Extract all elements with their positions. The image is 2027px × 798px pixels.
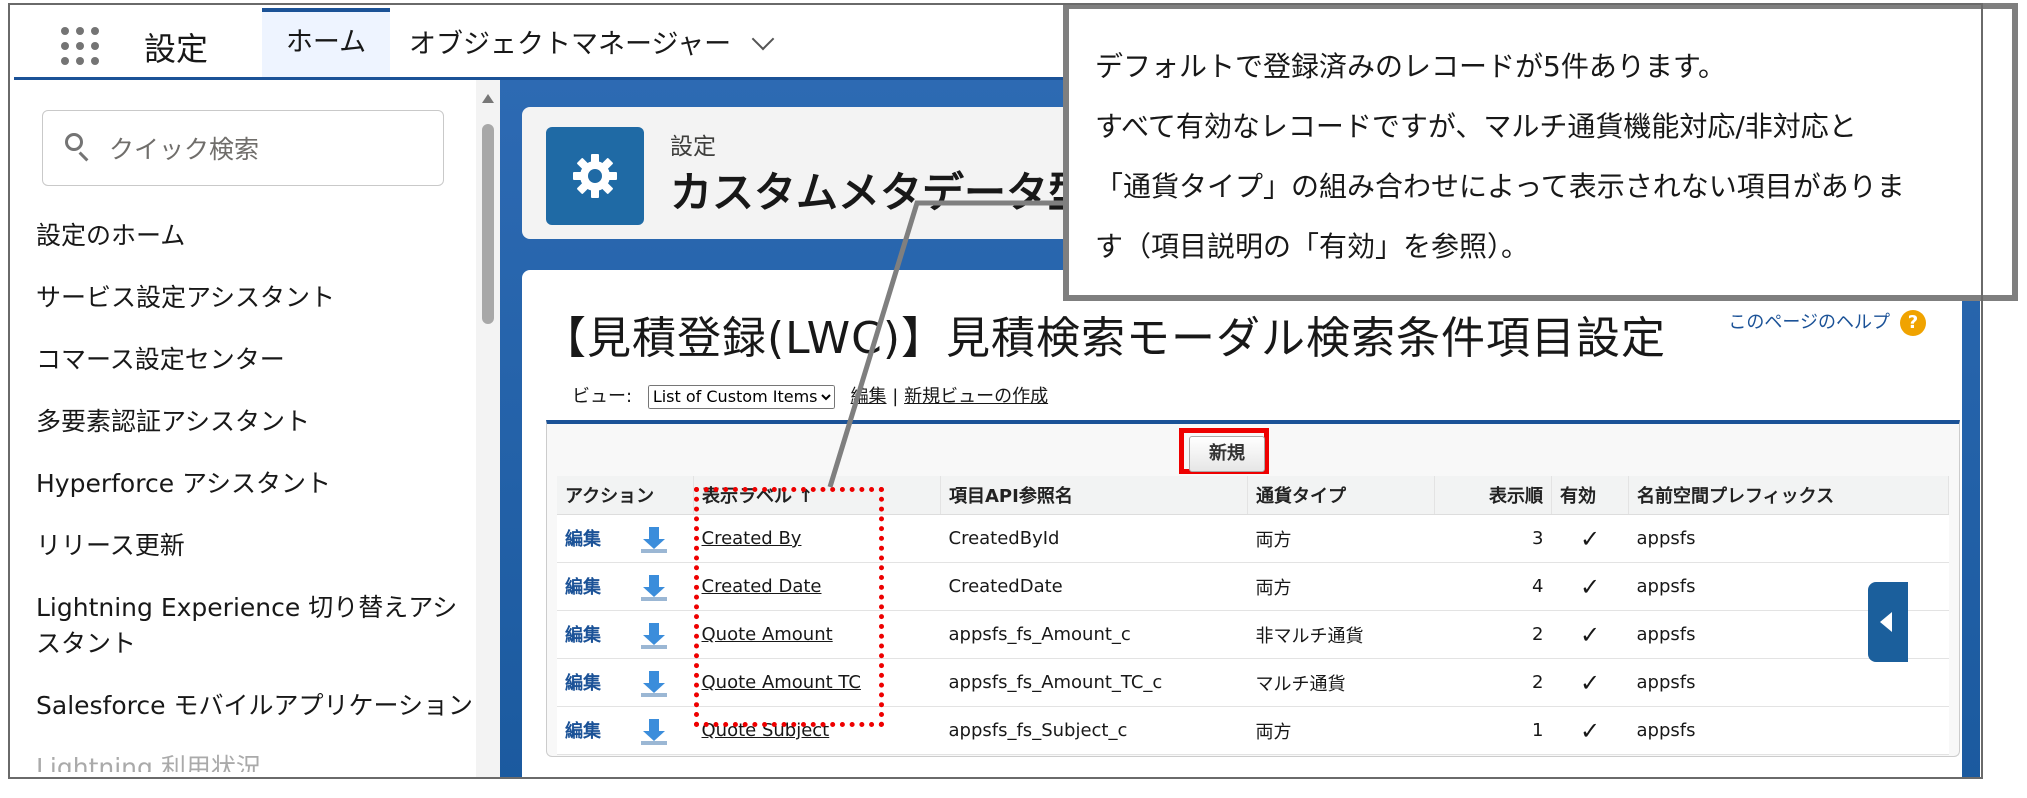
tab-object-manager[interactable]: オブジェクトマネージャー <box>409 22 775 61</box>
sidebar-scrollbar[interactable] <box>476 80 500 779</box>
tab-object-manager-label: オブジェクトマネージャー <box>409 29 732 60</box>
display-order-cell: 3 <box>1434 514 1552 563</box>
namespace-prefix-cell: appsfs <box>1628 658 1949 707</box>
col-active[interactable]: 有効 <box>1551 476 1629 515</box>
edit-view-link[interactable]: 編集 <box>851 386 887 407</box>
quick-find-input[interactable] <box>107 127 431 171</box>
sidebar-item-release-updates[interactable]: リリース更新 <box>36 528 476 564</box>
action-cell: 編集 <box>557 610 694 659</box>
currency-type-cell: 非マルチ通貨 <box>1247 610 1435 659</box>
action-cell: 編集 <box>557 658 694 707</box>
currency-type-cell: マルチ通貨 <box>1247 658 1435 707</box>
col-currency-type[interactable]: 通貨タイプ <box>1247 476 1435 515</box>
app-name: 設定 <box>144 30 209 68</box>
col-namespace-prefix[interactable]: 名前空間プレフィックス <box>1628 476 1949 515</box>
api-name-cell: appsfs_fs_Amount_c <box>940 610 1248 659</box>
edit-link[interactable]: 編集 <box>565 721 601 742</box>
callout-line: デフォルトで登録済みのレコードが5件あります。 <box>1095 50 1727 83</box>
sidebar-item-salesforce-mobile-app[interactable]: Salesforce モバイルアプリケーション <box>36 688 476 724</box>
edit-link[interactable]: 編集 <box>565 625 601 646</box>
active-checkmark-icon: ✓ <box>1551 706 1629 755</box>
page-title: 【見積登録(LWC)】見積検索モーダル検索条件項目設定 <box>542 313 1667 364</box>
active-checkmark-icon: ✓ <box>1551 562 1629 611</box>
sidebar-item-mfa-assistant[interactable]: 多要素認証アシスタント <box>36 404 476 440</box>
api-name-cell: appsfs_fs_Amount_TC_c <box>940 658 1248 707</box>
link-separator: | <box>892 386 899 407</box>
sidebar-item-lightning-usage[interactable]: Lightning 利用状況 <box>36 750 476 772</box>
active-checkmark-icon: ✓ <box>1551 514 1629 563</box>
gear-icon <box>573 154 617 198</box>
sidebar-item-setup-home[interactable]: 設定のホーム <box>36 218 476 254</box>
col-api-name[interactable]: 項目API参照名 <box>940 476 1248 515</box>
app-launcher-icon[interactable] <box>58 24 102 68</box>
sidebar-item-commerce-setup-center[interactable]: コマース設定センター <box>36 342 476 378</box>
scroll-up-icon[interactable] <box>482 94 494 103</box>
active-checkmark-icon: ✓ <box>1551 610 1629 659</box>
page-header-title: カスタムメタデータ型 <box>670 168 1091 217</box>
callout-line: す（項目説明の「有効」を参照）。 <box>1095 230 1530 263</box>
namespace-prefix-cell: appsfs <box>1628 514 1949 563</box>
sidebar-menu: 設定のホーム サービス設定アシスタント コマース設定センター 多要素認証アシスタ… <box>36 218 476 798</box>
view-select[interactable]: List of Custom Items <box>647 384 835 409</box>
new-button[interactable]: 新規 <box>1189 436 1265 472</box>
tab-home[interactable]: ホーム <box>262 8 390 77</box>
currency-type-cell: 両方 <box>1247 706 1435 755</box>
sidebar-item-hyperforce-assistant[interactable]: Hyperforce アシスタント <box>36 466 476 502</box>
display-order-cell: 4 <box>1434 562 1552 611</box>
active-checkmark-icon: ✓ <box>1551 658 1629 707</box>
callout-line: すべて有効なレコードですが、マルチ通貨機能対応/非対応と <box>1095 110 1857 143</box>
api-name-cell: appsfs_fs_Subject_c <box>940 706 1248 755</box>
label-column-highlight <box>694 487 884 727</box>
callout-box: デフォルトで登録済みのレコードが5件あります。 すべて有効なレコードですが、マル… <box>1063 3 2018 301</box>
quick-find-box[interactable] <box>42 110 444 186</box>
download-icon[interactable] <box>641 718 667 745</box>
api-name-cell: CreatedById <box>940 514 1248 563</box>
display-order-cell: 1 <box>1434 706 1552 755</box>
col-action: アクション <box>557 476 694 515</box>
action-cell: 編集 <box>557 562 694 611</box>
breadcrumb: 設定 <box>670 134 716 160</box>
download-icon[interactable] <box>641 574 667 601</box>
currency-type-cell: 両方 <box>1247 514 1435 563</box>
help-icon[interactable]: ? <box>1900 310 1926 336</box>
setup-sidebar: 設定のホーム サービス設定アシスタント コマース設定センター 多要素認証アシスタ… <box>14 80 501 779</box>
sidebar-item-service-setup-assistant[interactable]: サービス設定アシスタント <box>36 280 476 316</box>
scrollbar-thumb[interactable] <box>482 124 494 324</box>
api-name-cell: CreatedDate <box>940 562 1248 611</box>
view-selector-row: ビュー: List of Custom Items 編集 | 新規ビューの作成 <box>572 382 1048 409</box>
chevron-down-icon[interactable] <box>751 27 775 51</box>
edit-link[interactable]: 編集 <box>565 577 601 598</box>
download-icon[interactable] <box>641 622 667 649</box>
download-icon[interactable] <box>641 670 667 697</box>
currency-type-cell: 両方 <box>1247 562 1435 611</box>
edit-link[interactable]: 編集 <box>565 673 601 694</box>
edit-link[interactable]: 編集 <box>565 529 601 550</box>
display-order-cell: 2 <box>1434 610 1552 659</box>
action-cell: 編集 <box>557 706 694 755</box>
callout-line: 「通貨タイプ」の組み合わせによって表示されない項目がありま <box>1095 170 1905 203</box>
setup-icon <box>546 127 644 225</box>
side-panel-toggle[interactable] <box>1868 582 1908 662</box>
help-link-label[interactable]: このページのヘルプ <box>1728 312 1890 333</box>
action-cell: 編集 <box>557 514 694 563</box>
namespace-prefix-cell: appsfs <box>1628 706 1949 755</box>
display-order-cell: 2 <box>1434 658 1552 707</box>
search-icon <box>65 133 83 151</box>
sidebar-item-lightning-transition-assistant[interactable]: Lightning Experience 切り替えアシスタント <box>36 590 476 662</box>
view-label: ビュー: <box>572 386 633 407</box>
help-link[interactable]: このページのヘルプ? <box>1728 308 1926 336</box>
download-icon[interactable] <box>641 526 667 553</box>
create-new-view-link[interactable]: 新規ビューの作成 <box>904 386 1048 407</box>
col-display-order[interactable]: 表示順 <box>1434 476 1552 515</box>
